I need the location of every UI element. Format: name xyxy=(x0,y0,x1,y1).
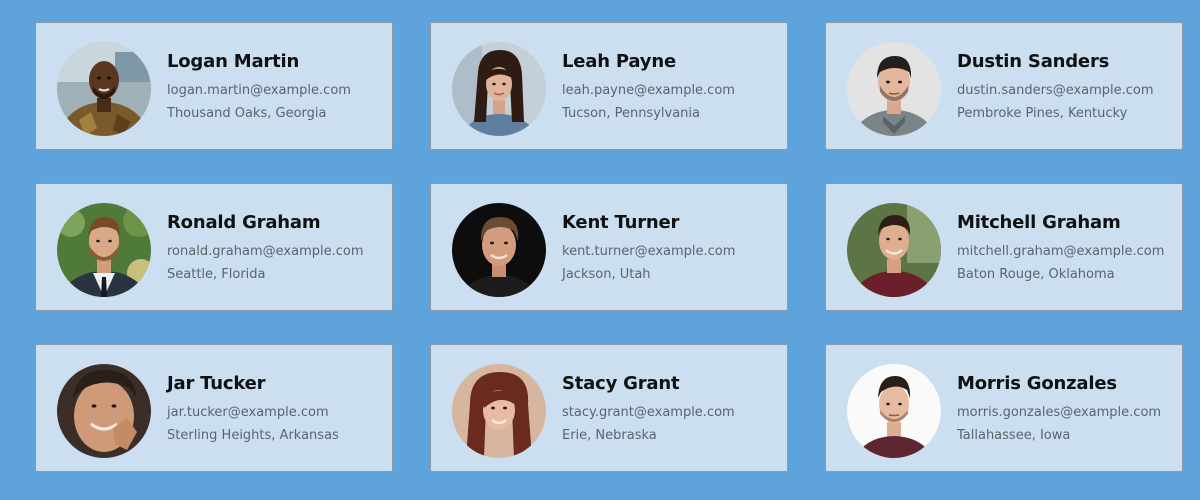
contact-card[interactable]: Leah Payne leah.payne@example.com Tucson… xyxy=(430,22,788,150)
contact-location: Thousand Oaks, Georgia xyxy=(167,106,327,121)
contact-email: morris.gonzales@example.com xyxy=(957,405,1162,420)
contact-email: logan.martin@example.com xyxy=(167,83,351,98)
contact-location: Tucson, Pennsylvania xyxy=(562,106,700,121)
avatar xyxy=(847,42,941,136)
contact-name: Kent Turner xyxy=(562,212,680,233)
contact-email: ronald.graham@example.com xyxy=(167,244,364,259)
contact-email: leah.payne@example.com xyxy=(562,83,735,98)
contact-location: Tallahassee, Iowa xyxy=(957,428,1071,443)
contact-name: Jar Tucker xyxy=(167,373,266,394)
contact-email: stacy.grant@example.com xyxy=(562,405,735,420)
avatar xyxy=(452,42,546,136)
contact-name: Leah Payne xyxy=(562,51,676,72)
contact-name: Ronald Graham xyxy=(167,212,321,233)
contact-card[interactable]: Logan Martin logan.martin@example.com Th… xyxy=(35,22,393,150)
contact-card[interactable]: Morris Gonzales morris.gonzales@example.… xyxy=(825,344,1183,472)
contact-location: Erie, Nebraska xyxy=(562,428,657,443)
contact-name: Dustin Sanders xyxy=(957,51,1110,72)
contact-name: Morris Gonzales xyxy=(957,373,1117,394)
contact-location: Sterling Heights, Arkansas xyxy=(167,428,339,443)
contact-location: Pembroke Pines, Kentucky xyxy=(957,106,1128,121)
contact-name: Stacy Grant xyxy=(562,373,680,394)
contact-location: Baton Rouge, Oklahoma xyxy=(957,267,1115,282)
contact-email: dustin.sanders@example.com xyxy=(957,83,1154,98)
contact-card[interactable]: Jar Tucker jar.tucker@example.com Sterli… xyxy=(35,344,393,472)
avatar xyxy=(847,203,941,297)
contact-name: Mitchell Graham xyxy=(957,212,1121,233)
contact-location: Seattle, Florida xyxy=(167,267,266,282)
avatar xyxy=(57,364,151,458)
contact-email: kent.turner@example.com xyxy=(562,244,736,259)
avatar xyxy=(452,203,546,297)
contact-card[interactable]: Dustin Sanders dustin.sanders@example.co… xyxy=(825,22,1183,150)
avatar xyxy=(57,203,151,297)
contact-card[interactable]: Ronald Graham ronald.graham@example.com … xyxy=(35,183,393,311)
avatar xyxy=(847,364,941,458)
avatar xyxy=(452,364,546,458)
contact-card[interactable]: Stacy Grant stacy.grant@example.com Erie… xyxy=(430,344,788,472)
contact-card[interactable]: Mitchell Graham mitchell.graham@example.… xyxy=(825,183,1183,311)
avatar xyxy=(57,42,151,136)
contact-card[interactable]: Kent Turner kent.turner@example.com Jack… xyxy=(430,183,788,311)
contact-card-grid: Logan Martin logan.martin@example.com Th… xyxy=(0,0,1200,500)
contact-location: Jackson, Utah xyxy=(562,267,651,282)
contact-email: mitchell.graham@example.com xyxy=(957,244,1165,259)
contact-email: jar.tucker@example.com xyxy=(167,405,329,420)
contact-name: Logan Martin xyxy=(167,51,300,72)
